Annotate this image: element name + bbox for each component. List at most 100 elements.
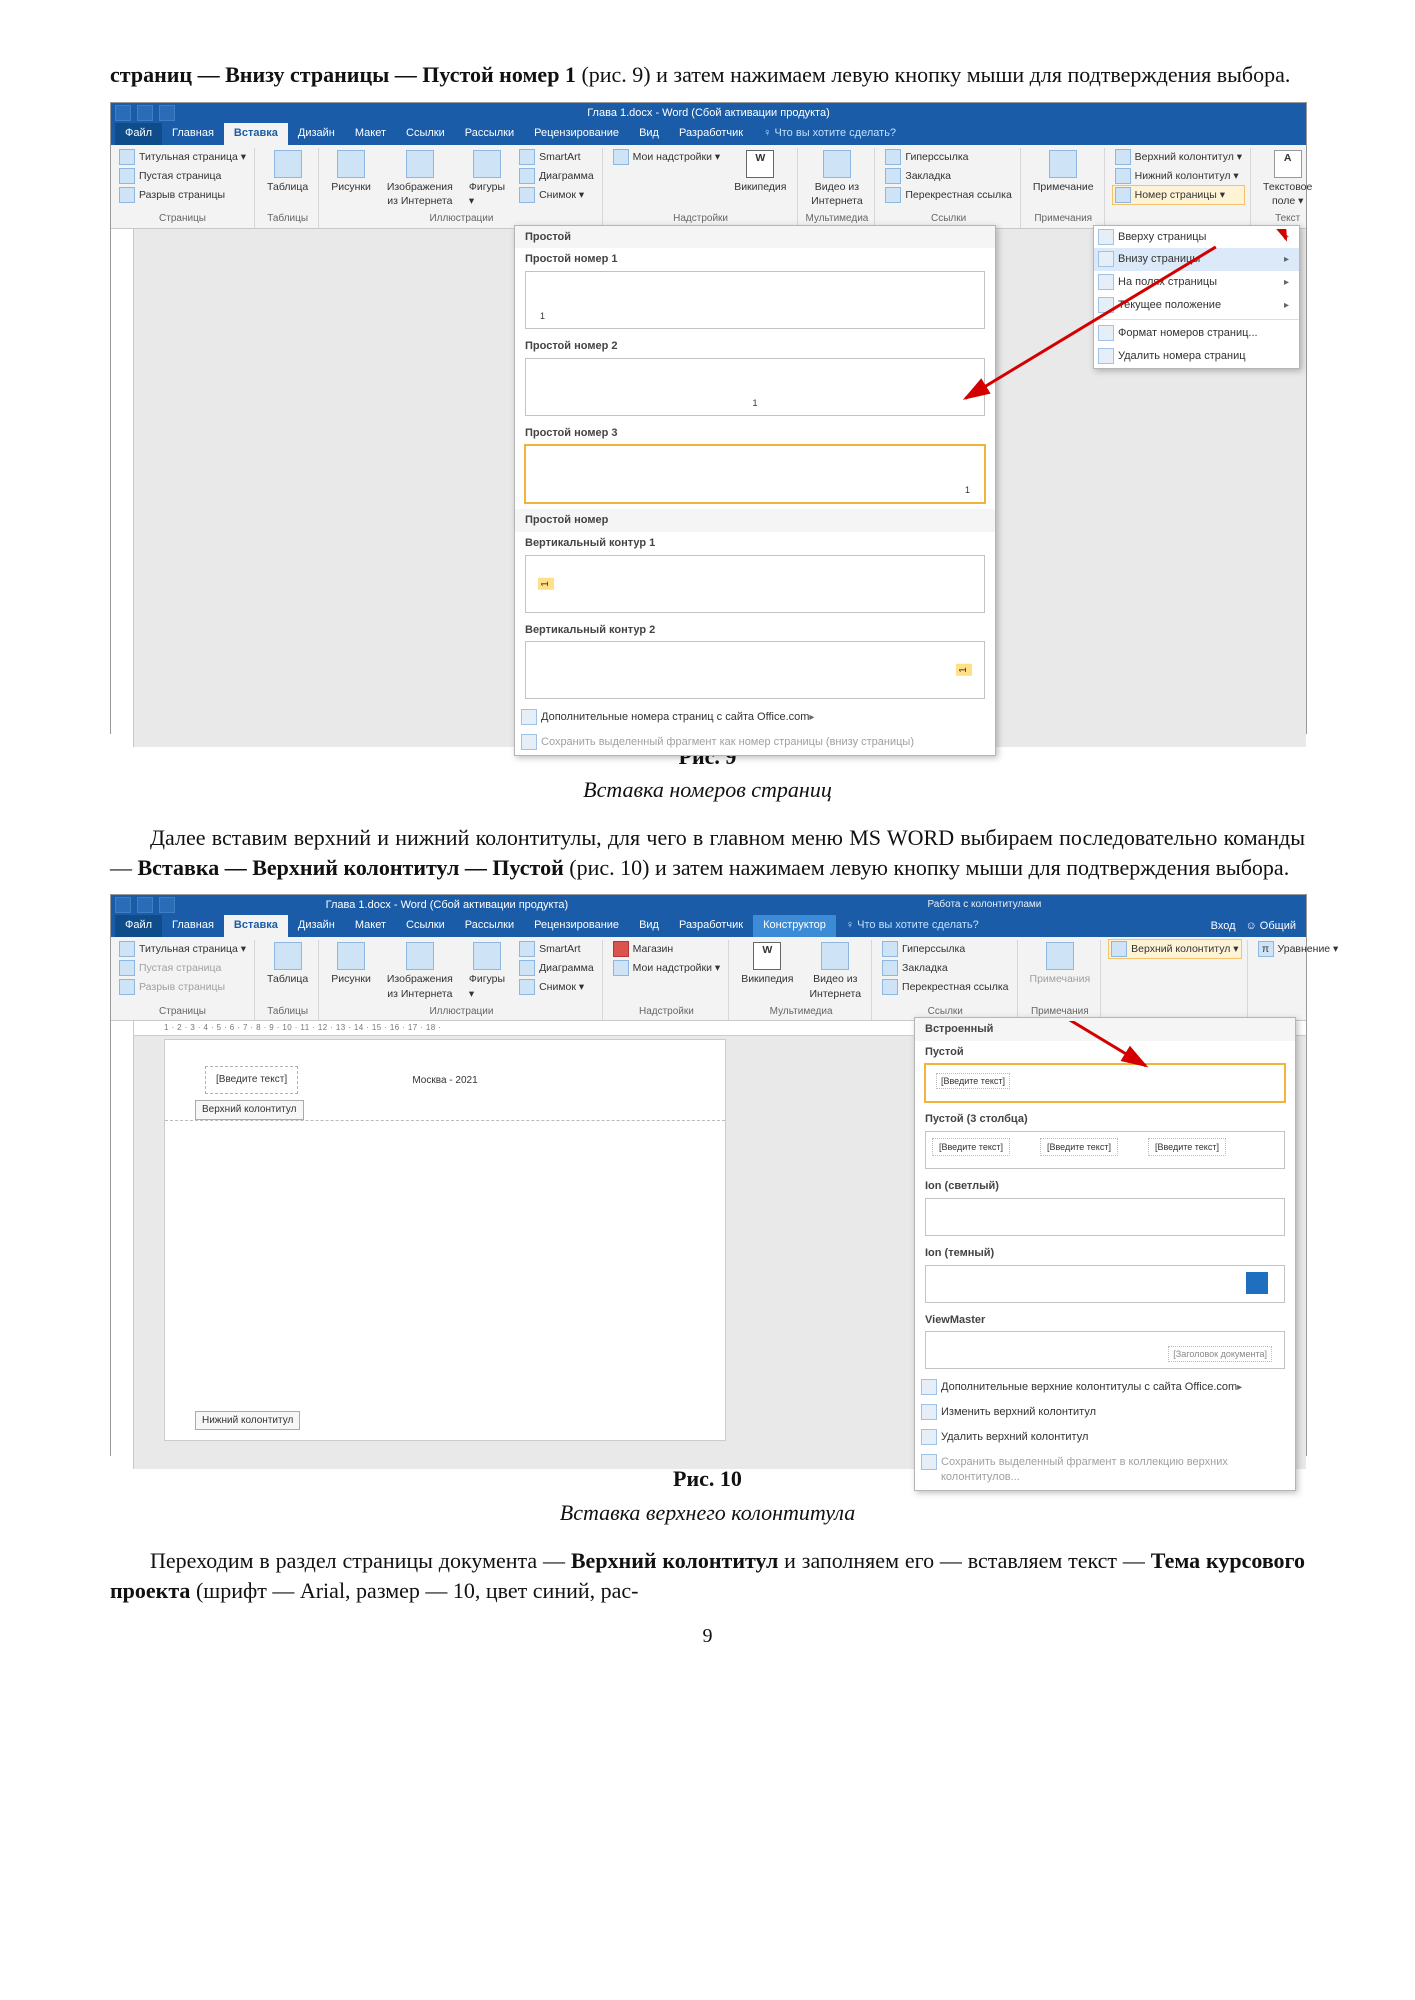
tab-home[interactable]: Главная [162,915,224,937]
tab-layout[interactable]: Макет [345,123,396,145]
wikipedia-button[interactable]: WВикипедия [737,940,797,988]
cross-ref-button[interactable]: Перекрестная ссылка [883,186,1013,204]
shapes-button[interactable]: Фигуры ▾ [465,148,509,210]
header-placeholder[interactable]: [Введите текст] [205,1066,298,1094]
wikipedia-button[interactable]: WВикипедия [730,148,790,196]
tab-insert[interactable]: Вставка [224,915,288,937]
wikipedia-icon: W [753,942,781,970]
blank-page-button[interactable]: Пустая страница [117,167,248,185]
store-button[interactable]: Магазин [611,940,723,958]
smartart-button[interactable]: SmartArt [517,940,596,958]
gallery-item-ion-light[interactable]: Ion (светлый) [915,1175,1295,1242]
gallery-item-empty[interactable]: Пустой [Введите текст] [915,1041,1295,1108]
my-addins-button[interactable]: Мои надстройки ▾ [611,148,723,166]
menu-top-of-page[interactable]: Вверху страницы [1094,226,1299,249]
comment-button: Примечания [1026,940,1095,988]
qat-save-icon[interactable] [115,897,131,913]
gallery-item-plain-3[interactable]: Простой номер 3 1 [515,422,995,509]
qat-redo-icon[interactable] [159,105,175,121]
shapes-button[interactable]: Фигуры ▾ [465,940,509,1002]
tab-references[interactable]: Ссылки [396,123,455,145]
qat-save-icon[interactable] [115,105,131,121]
gallery-item-vertical-1[interactable]: Вертикальный контур 1 1 [515,532,995,619]
gallery-more-office[interactable]: Дополнительные номера страниц с сайта Of… [515,705,995,730]
tab-home[interactable]: Главная [162,123,224,145]
gallery-remove-header[interactable]: Удалить верхний колонтитул [915,1425,1295,1450]
share-button[interactable]: ☺ Общий [1246,919,1297,934]
menu-page-margins[interactable]: На полях страницы [1094,271,1299,294]
bookmark-button[interactable]: Закладка [880,959,1010,977]
online-pictures-button[interactable]: Изображения из Интернета [383,148,457,210]
cover-page-button[interactable]: Титульная страница ▾ [117,148,248,166]
header-button[interactable]: Верхний колонтитул ▾ [1113,148,1244,166]
gallery-edit-header[interactable]: Изменить верхний колонтитул [915,1400,1295,1425]
pictures-button[interactable]: Рисунки [327,940,375,988]
screenshot-button[interactable]: Снимок ▾ [517,978,596,996]
page-number-button[interactable]: Номер страницы ▾ [1113,186,1244,204]
tab-design[interactable]: Дизайн [288,915,345,937]
tab-insert[interactable]: Вставка [224,123,288,145]
gallery-item-ion-dark[interactable]: Ion (темный) [915,1242,1295,1309]
gallery-item-plain-2[interactable]: Простой номер 2 1 [515,335,995,422]
chart-button[interactable]: Диаграмма [517,167,596,185]
group-comments: Примечания Примечания [1024,940,1102,1020]
tab-review[interactable]: Рецензирование [524,915,629,937]
my-addins-button[interactable]: Мои надстройки ▾ [611,959,723,977]
group-label: Мультимедиа [737,1003,865,1019]
textbox-button[interactable]: AТекстовое поле ▾ [1259,148,1316,210]
screenshot-button[interactable]: Снимок ▾ [517,186,596,204]
table-button[interactable]: Таблица [263,148,312,196]
cover-page-button[interactable]: Титульная страница ▾ [117,940,248,958]
qat-redo-icon[interactable] [159,897,175,913]
page-break-button[interactable]: Разрыв страницы [117,186,248,204]
page-break-button: Разрыв страницы [117,978,248,996]
tellme-input[interactable]: ♀ Что вы хотите сделать? [753,123,906,145]
gallery-item-plain-1[interactable]: Простой номер 1 1 [515,248,995,335]
gallery-item-empty-3col[interactable]: Пустой (3 столбца) [Введите текст] [Введ… [915,1108,1295,1175]
tab-mailings[interactable]: Рассылки [455,915,524,937]
qat-undo-icon[interactable] [137,105,153,121]
online-pictures-button[interactable]: Изображения из Интернета [383,940,457,1002]
pictures-button[interactable]: Рисунки [327,148,375,196]
qat-undo-icon[interactable] [137,897,153,913]
menu-remove-page-numbers[interactable]: Удалить номера страниц [1094,345,1299,368]
tab-view[interactable]: Вид [629,123,669,145]
tab-developer[interactable]: Разработчик [669,915,753,937]
table-button[interactable]: Таблица [263,940,312,988]
tab-developer[interactable]: Разработчик [669,123,753,145]
smartart-button[interactable]: SmartArt [517,148,596,166]
tab-view[interactable]: Вид [629,915,669,937]
cross-ref-button[interactable]: Перекрестная ссылка [880,978,1010,996]
chart-button[interactable]: Диаграмма [517,959,596,977]
tellme-input[interactable]: ♀ Что вы хотите сделать? [836,915,989,937]
document-canvas[interactable]: 1 · 2 · 3 · 4 · 5 · 6 · 7 · 8 · 9 · 10 ·… [134,1021,1306,1469]
bookmark-button[interactable]: Закладка [883,167,1013,185]
header-button[interactable]: Верхний колонтитул ▾ [1109,940,1240,958]
gallery-more-office[interactable]: Дополнительные верхние колонтитулы с сай… [915,1375,1295,1400]
tab-design[interactable]: Дизайн [288,123,345,145]
hyperlink-button[interactable]: Гиперссылка [880,940,1010,958]
menu-format-page-numbers[interactable]: Формат номеров страниц... [1094,322,1299,345]
gallery-item-viewmaster[interactable]: ViewMaster [Заголовок документа] [915,1309,1295,1376]
tab-constructor[interactable]: Конструктор [753,915,836,937]
online-video-button[interactable]: Видео из Интернета [806,940,866,1002]
menu-current-position[interactable]: Текущее положение [1094,294,1299,317]
equation-button[interactable]: πУравнение ▾ [1256,940,1341,958]
comment-button[interactable]: Примечание [1029,148,1098,196]
tab-mailings[interactable]: Рассылки [455,123,524,145]
tab-file[interactable]: Файл [115,123,162,145]
header-center-text: Москва - 2021 [412,1074,477,1088]
tab-review[interactable]: Рецензирование [524,123,629,145]
group-media: Видео из Интернета Мультимедиа [804,148,876,228]
gallery-item-vertical-2[interactable]: Вертикальный контур 2 1 [515,619,995,706]
footer-button[interactable]: Нижний колонтитул ▾ [1113,167,1244,185]
tab-layout[interactable]: Макет [345,915,396,937]
menu-bottom-of-page[interactable]: Внизу страницы [1094,248,1299,271]
tab-references[interactable]: Ссылки [396,915,455,937]
tab-file[interactable]: Файл [115,915,162,937]
signin-button[interactable]: Вход [1211,919,1236,934]
hyperlink-button[interactable]: Гиперссылка [883,148,1013,166]
online-video-button[interactable]: Видео из Интернета [806,148,869,210]
bookmark-icon [885,168,901,184]
document-canvas[interactable]: Вверху страницы Внизу страницы На полях … [134,229,1306,747]
